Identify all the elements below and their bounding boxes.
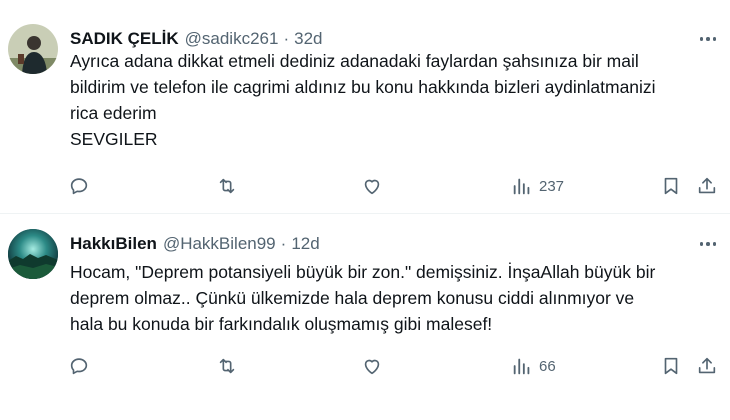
share-button[interactable] (696, 354, 718, 378)
retweet-button[interactable] (216, 354, 238, 378)
separator-dot: · (283, 29, 290, 48)
views-chart-icon (513, 178, 530, 195)
tweet-header: HakkıBilen @HakkBilen99 · 12d (70, 232, 320, 256)
landscape-photo-icon (8, 229, 58, 279)
views-button[interactable]: 237 (511, 174, 564, 198)
reply-button[interactable] (68, 174, 90, 198)
more-dot (712, 37, 717, 41)
reply-button[interactable] (68, 354, 90, 378)
tweet-text-line: deprem olmaz.. Çünkü ülkemizde hala depr… (70, 288, 635, 308)
share-icon (698, 357, 716, 374)
tweet-text: Hocam, "Deprem potansiyeli büyük bir zon… (70, 259, 720, 337)
bookmark-button[interactable] (660, 354, 682, 378)
tweet-text-line: rica ederim (70, 103, 157, 123)
heart-icon (364, 359, 380, 375)
tweet-text-line: SEVGILER (70, 129, 158, 149)
views-chart-icon (513, 358, 530, 375)
separator-dot: · (280, 234, 287, 253)
share-icon (698, 177, 716, 194)
share-button[interactable] (696, 174, 718, 198)
tweet-text: Ayrıca adana dikkat etmeli dediniz adana… (70, 48, 720, 152)
tweet-text-line: Hocam, "Deprem potansiyeli büyük bir zon… (70, 262, 656, 282)
tweet-text-line: bildirim ve telefon ile cagrimi aldınız … (70, 77, 656, 97)
more-dot (706, 37, 710, 41)
author-handle[interactable]: @HakkBilen99 (163, 234, 276, 254)
views-button[interactable]: 66 (511, 354, 556, 378)
tweet-actions: 237 (0, 174, 730, 198)
author-name[interactable]: HakkıBilen (70, 234, 157, 254)
avatar[interactable] (8, 24, 58, 74)
bookmark-icon (664, 177, 678, 195)
tweet-text-line: Ayrıca adana dikkat etmeli dediniz adana… (70, 51, 639, 71)
like-button[interactable] (361, 354, 383, 378)
retweet-icon (219, 358, 235, 374)
view-count: 237 (539, 177, 565, 195)
view-count: 66 (539, 357, 556, 375)
timestamp[interactable]: 32d (294, 29, 322, 49)
retweet-icon (219, 178, 235, 194)
more-dot (706, 242, 710, 246)
tweet-feed: SADIK ÇELİK @sadikc261 · 32d Ayrıca adan… (0, 0, 730, 420)
reply-icon (70, 178, 88, 195)
avatar[interactable] (8, 229, 58, 279)
timestamp[interactable]: 12d (291, 234, 319, 254)
retweet-button[interactable] (216, 174, 238, 198)
bookmark-button[interactable] (660, 174, 682, 198)
tweet-text-line: hala bu konuda bir farkındalık oluşmamış… (70, 314, 493, 334)
tweet-actions: 66 (0, 354, 730, 378)
person-photo-icon (8, 24, 58, 74)
reply-icon (70, 358, 88, 375)
more-dot (712, 242, 717, 246)
like-button[interactable] (361, 174, 383, 198)
bookmark-icon (664, 357, 678, 375)
more-options-button[interactable] (696, 31, 720, 47)
author-name[interactable]: SADIK ÇELİK (70, 29, 179, 49)
heart-icon (364, 179, 380, 195)
author-handle[interactable]: @sadikc261 (185, 29, 279, 49)
more-options-icon (699, 37, 704, 41)
more-options-icon (699, 242, 704, 246)
more-options-button[interactable] (696, 236, 720, 252)
